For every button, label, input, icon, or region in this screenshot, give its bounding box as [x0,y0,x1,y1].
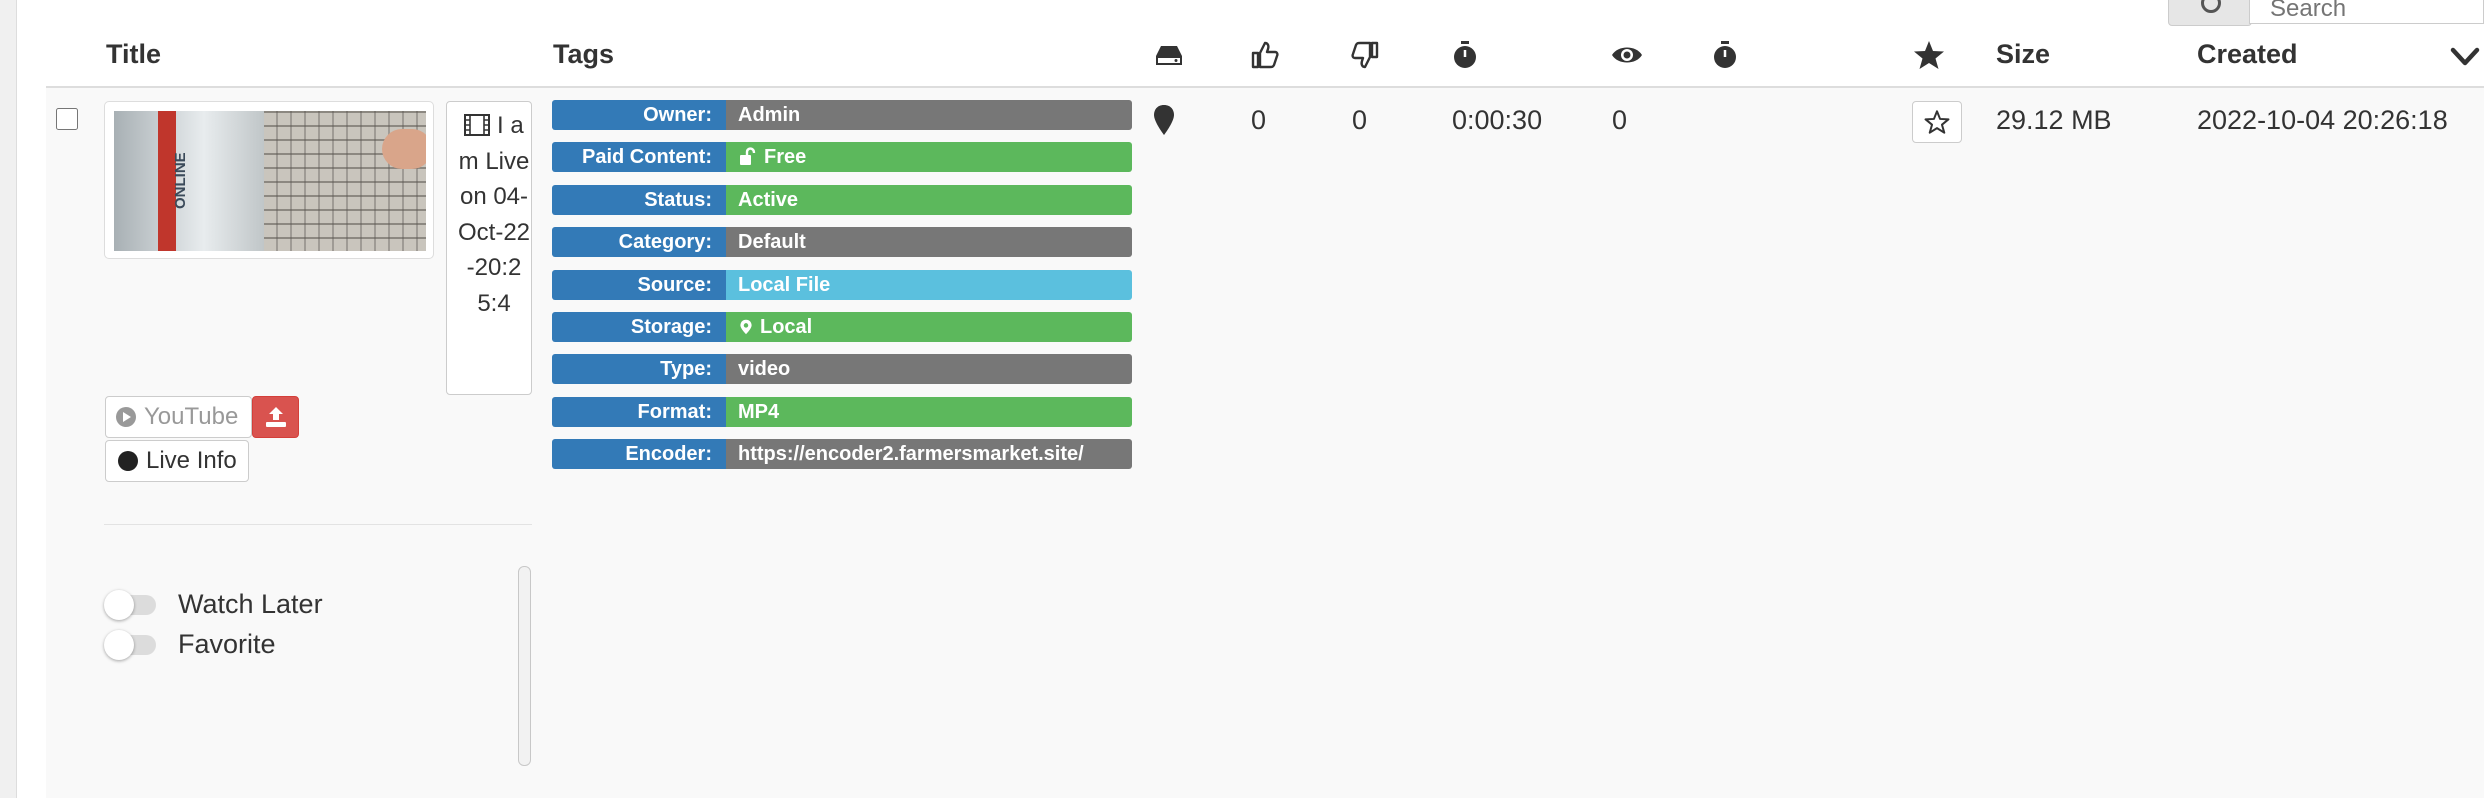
tag-value: Admin [726,100,1132,130]
row-select-checkbox[interactable] [56,108,78,130]
tag-paid-content: Paid Content: Free [552,142,1132,172]
watch-later-toggle[interactable]: Watch Later [104,589,323,620]
tag-owner: Owner: Admin [552,100,1132,130]
tag-key: Source: [552,270,726,300]
tag-type: Type: video [552,354,1132,384]
divider [104,524,532,525]
tag-value: Local [726,312,1132,342]
favorite-toggle[interactable]: Favorite [104,629,276,660]
search-input[interactable] [2249,0,2484,24]
likes-count: 0 [1251,105,1267,135]
map-marker-icon [740,319,752,335]
tag-value: MP4 [726,397,1132,427]
star-outline-icon [1924,110,1950,134]
star-icon[interactable] [1912,38,1946,72]
stopwatch-icon-2[interactable] [1708,38,1742,72]
tag-value: Active [726,185,1132,215]
tag-key: Status: [552,185,726,215]
upload-button[interactable] [252,396,299,438]
views-count: 0 [1612,105,1628,135]
tag-key: Storage: [552,312,726,342]
favorite-label: Favorite [178,629,276,659]
map-marker-icon [1154,105,1174,135]
sort-chevron-icon[interactable] [2448,40,2482,74]
thumbnail-caption: ONLINE [172,152,189,209]
unlock-icon [740,147,756,165]
search-icon [2201,0,2221,13]
tag-key: Type: [552,354,726,384]
tag-value: Local File [726,270,1132,300]
tag-encoder: Encoder: https://encoder2.farmersmarket.s… [552,439,1132,469]
tag-key: Paid Content: [552,142,726,172]
scrollbar[interactable] [518,566,531,766]
left-gutter [0,0,17,798]
tag-source: Source: Local File [552,270,1132,300]
tag-key: Category: [552,227,726,257]
tag-value: Default [726,227,1132,257]
file-size: 29.12 MB [1996,105,2112,135]
thumbs-up-icon[interactable] [1248,38,1282,72]
video-title[interactable]: I am Live on 04-Oct-22-20:25:4 [458,112,530,317]
youtube-button-label: YouTube [144,403,239,430]
circle-icon [118,451,138,471]
film-icon [464,114,491,136]
tag-status: Status: Active [552,185,1132,215]
dislikes-count: 0 [1352,105,1368,135]
favorite-star-button[interactable] [1912,101,1962,143]
column-header-title[interactable]: Title [106,39,161,70]
live-info-label: Live Info [146,447,237,474]
upload-icon [265,407,286,427]
eye-icon[interactable] [1610,38,1644,72]
tag-value: https://encoder2.farmersmarket.site/ [726,439,1132,469]
thumbs-down-icon[interactable] [1348,38,1382,72]
tag-key: Owner: [552,100,726,130]
tag-storage: Storage: Local [552,312,1132,342]
search-button[interactable] [2168,0,2252,26]
column-header-created[interactable]: Created [2197,39,2298,70]
video-title-card[interactable]: I am Live on 04-Oct-22-20:25:4 [446,101,532,395]
thumbnail-image: ONLINE [114,111,426,251]
live-info-button[interactable]: Live Info [105,440,249,482]
play-circle-icon [116,407,136,427]
youtube-button[interactable]: YouTube [105,396,252,438]
hdd-icon[interactable] [1152,38,1186,72]
column-header-size[interactable]: Size [1996,39,2050,70]
created-date: 2022-10-04 20:26:18 [2197,105,2448,135]
tag-value: video [726,354,1132,384]
tag-category: Category: Default [552,227,1132,257]
duration: 0:00:30 [1452,105,1543,135]
column-header-tags[interactable]: Tags [553,39,614,70]
tag-value: Free [726,142,1132,172]
stopwatch-icon[interactable] [1448,38,1482,72]
tag-key: Format: [552,397,726,427]
video-thumbnail[interactable]: ONLINE [104,101,434,259]
tag-key: Encoder: [552,439,726,469]
tag-format: Format: MP4 [552,397,1132,427]
watch-later-label: Watch Later [178,589,323,619]
